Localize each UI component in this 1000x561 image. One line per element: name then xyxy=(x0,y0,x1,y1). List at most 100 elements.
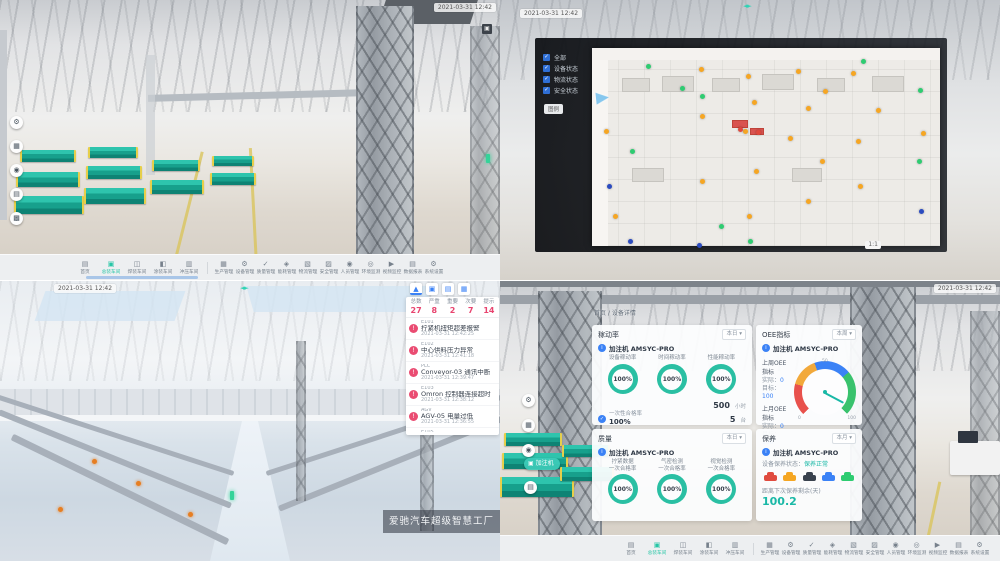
range-select[interactable]: 本日 ▾ xyxy=(722,433,746,444)
toolbar-item[interactable]: ⚙系统设置 xyxy=(423,260,444,275)
toolbar-item[interactable]: ▤数据报表 xyxy=(402,260,423,275)
alarm-panel-tab[interactable]: ▤ xyxy=(442,283,454,295)
status-dot[interactable] xyxy=(796,69,801,74)
status-dot[interactable] xyxy=(747,214,752,219)
viewport-conveyor-3d[interactable]: 2021-03-31 12:42 ◄► ▲▣▤▦ 总数27严重8重要2次要7提示… xyxy=(0,281,500,561)
range-select[interactable]: 本周 ▾ xyxy=(832,329,856,340)
toolbar-item[interactable]: ◎环境监测 xyxy=(906,541,927,556)
toolbar-item[interactable]: ⚙系统设置 xyxy=(969,541,990,556)
status-dot[interactable] xyxy=(700,94,705,99)
status-dot[interactable] xyxy=(754,169,759,174)
toolbar-item[interactable]: ◈能耗管理 xyxy=(822,541,843,556)
status-dot[interactable] xyxy=(700,114,705,119)
status-dot[interactable] xyxy=(680,86,685,91)
device-tag-pill[interactable]: ▣ 加注机 xyxy=(524,458,560,470)
status-dot[interactable] xyxy=(788,136,793,141)
status-dot[interactable] xyxy=(630,149,635,154)
toolbar-item[interactable]: ▤数据报表 xyxy=(948,541,969,556)
toolbar-item[interactable]: ◧涂装车间 xyxy=(150,260,176,275)
toolbar-item[interactable]: ◉人员管理 xyxy=(885,541,906,556)
toolbar-item[interactable]: ◉人员管理 xyxy=(339,260,360,275)
alarm-item[interactable]: !PLCConveyor-03 通讯中断2021-03-31 12:39:47 xyxy=(406,362,499,384)
toolbar-item[interactable]: ▤首页 xyxy=(618,541,644,556)
toolbar-item[interactable]: ▧物流管理 xyxy=(843,541,864,556)
toolbar-item[interactable]: ◧涂装车间 xyxy=(696,541,722,556)
toolbar-item[interactable]: ⚙设备管理 xyxy=(234,260,255,275)
layer-toggle[interactable]: ✓物流状态 xyxy=(543,74,578,85)
toolbar-scrollbar[interactable] xyxy=(86,276,198,279)
alarm-item[interactable]: !E103Omron 控制器连接超时2021-03-31 12:38:12 xyxy=(406,384,499,406)
toolbar-item[interactable]: ▥冲压车间 xyxy=(176,260,202,275)
status-dot[interactable] xyxy=(851,71,856,76)
alarm-item[interactable]: !E105涂胶机胶量不足告警2021-03-31 12:35:21 xyxy=(406,428,499,432)
toolbar-item[interactable]: ▶视频监控 xyxy=(381,260,402,275)
side-tool-button[interactable]: ◉ xyxy=(10,164,23,177)
status-dot[interactable] xyxy=(613,214,618,219)
status-dot[interactable] xyxy=(748,239,753,244)
side-tool-button[interactable]: ▩ xyxy=(10,212,23,225)
status-dot[interactable] xyxy=(628,239,633,244)
side-tool-button[interactable]: ▤ xyxy=(524,481,537,494)
toolbar-item[interactable]: ◫焊装车间 xyxy=(124,260,150,275)
map-scale-button[interactable]: 1:1 xyxy=(865,241,881,249)
status-dot[interactable] xyxy=(918,88,923,93)
status-dot[interactable] xyxy=(806,106,811,111)
status-dot[interactable] xyxy=(699,67,704,72)
toolbar-item[interactable]: ▥冲压车间 xyxy=(722,541,748,556)
status-dot[interactable] xyxy=(743,129,748,134)
status-dot[interactable] xyxy=(876,108,881,113)
status-dot[interactable] xyxy=(861,59,866,64)
status-dot[interactable] xyxy=(738,127,743,132)
side-tool-button[interactable]: ▤ xyxy=(10,188,23,201)
viewport-floorplan-map[interactable]: ✓全部✓设备状态✓物流状态✓安全状态 图例 1:1 2021-03-31 12:… xyxy=(500,0,1000,280)
legend-button[interactable]: 图例 xyxy=(544,104,563,114)
status-dot[interactable] xyxy=(917,159,922,164)
side-tool-button[interactable]: ⚙ xyxy=(522,394,535,407)
toolbar-item[interactable]: ▦生产管理 xyxy=(213,260,234,275)
side-tool-button[interactable]: ▦ xyxy=(522,419,535,432)
minimap-toggle-icon[interactable]: ▣ xyxy=(482,24,492,34)
toolbar-item[interactable]: ⚙设备管理 xyxy=(780,541,801,556)
alarm-item[interactable]: !E101拧紧机扭矩超差报警2021-03-31 12:42:25 xyxy=(406,318,499,340)
alarm-list[interactable]: !E101拧紧机扭矩超差报警2021-03-31 12:42:25!E102中心… xyxy=(406,318,499,432)
viewport-equipment-dashboard[interactable]: 2021-03-31 12:42 首页 / 设备详情 稼动率 本日 ▾ i 加注… xyxy=(500,281,1000,561)
toolbar-item[interactable]: ▦生产管理 xyxy=(759,541,780,556)
toolbar-item[interactable]: ◫焊装车间 xyxy=(670,541,696,556)
viewport-hall-3d[interactable]: 2021-03-31 12:42 ▣ ⚙▦◉▤▩ ▤首页▣总装车间◫焊装车间◧涂… xyxy=(0,0,500,280)
status-dot[interactable] xyxy=(697,243,702,248)
status-dot[interactable] xyxy=(607,184,612,189)
toolbar-item[interactable]: ✓质量管理 xyxy=(801,541,822,556)
alarm-panel-tab[interactable]: ▲ xyxy=(410,283,422,295)
status-dot[interactable] xyxy=(921,131,926,136)
camera-position-arrow[interactable] xyxy=(595,91,609,104)
toolbar-item[interactable]: ◎环境监测 xyxy=(360,260,381,275)
side-tool-button[interactable]: ⚙ xyxy=(10,116,23,129)
toolbar-item[interactable]: ▧物流管理 xyxy=(297,260,318,275)
status-dot[interactable] xyxy=(823,89,828,94)
status-dot[interactable] xyxy=(806,199,811,204)
side-tool-button[interactable]: ◉ xyxy=(522,444,535,457)
status-dot[interactable] xyxy=(756,130,761,135)
status-dot[interactable] xyxy=(719,224,724,229)
range-select[interactable]: 本日 ▾ xyxy=(722,329,746,340)
alarm-item[interactable]: !E102中心供料压力异常2021-03-31 12:41:18 xyxy=(406,340,499,362)
status-dot[interactable] xyxy=(604,129,609,134)
toolbar-item[interactable]: ◈能耗管理 xyxy=(276,260,297,275)
status-dot[interactable] xyxy=(746,74,751,79)
toolbar-item[interactable]: ▣总装车间 xyxy=(98,260,124,275)
floor-plan[interactable] xyxy=(592,48,940,246)
layer-toggle[interactable]: ✓设备状态 xyxy=(543,63,578,74)
status-dot[interactable] xyxy=(858,184,863,189)
status-dot[interactable] xyxy=(752,100,757,105)
toolbar-item[interactable]: ▨安全管理 xyxy=(864,541,885,556)
toolbar-item[interactable]: ▶视频监控 xyxy=(927,541,948,556)
side-tool-button[interactable]: ▦ xyxy=(10,140,23,153)
layer-toggle[interactable]: ✓安全状态 xyxy=(543,85,578,96)
alarm-panel-tab[interactable]: ▦ xyxy=(458,283,470,295)
toolbar-item[interactable]: ✓质量管理 xyxy=(255,260,276,275)
alarm-panel-tab[interactable]: ▣ xyxy=(426,283,438,295)
toolbar-item[interactable]: ▨安全管理 xyxy=(318,260,339,275)
layer-toggle[interactable]: ✓全部 xyxy=(543,52,578,63)
range-select[interactable]: 本月 ▾ xyxy=(832,433,856,444)
status-dot[interactable] xyxy=(700,179,705,184)
